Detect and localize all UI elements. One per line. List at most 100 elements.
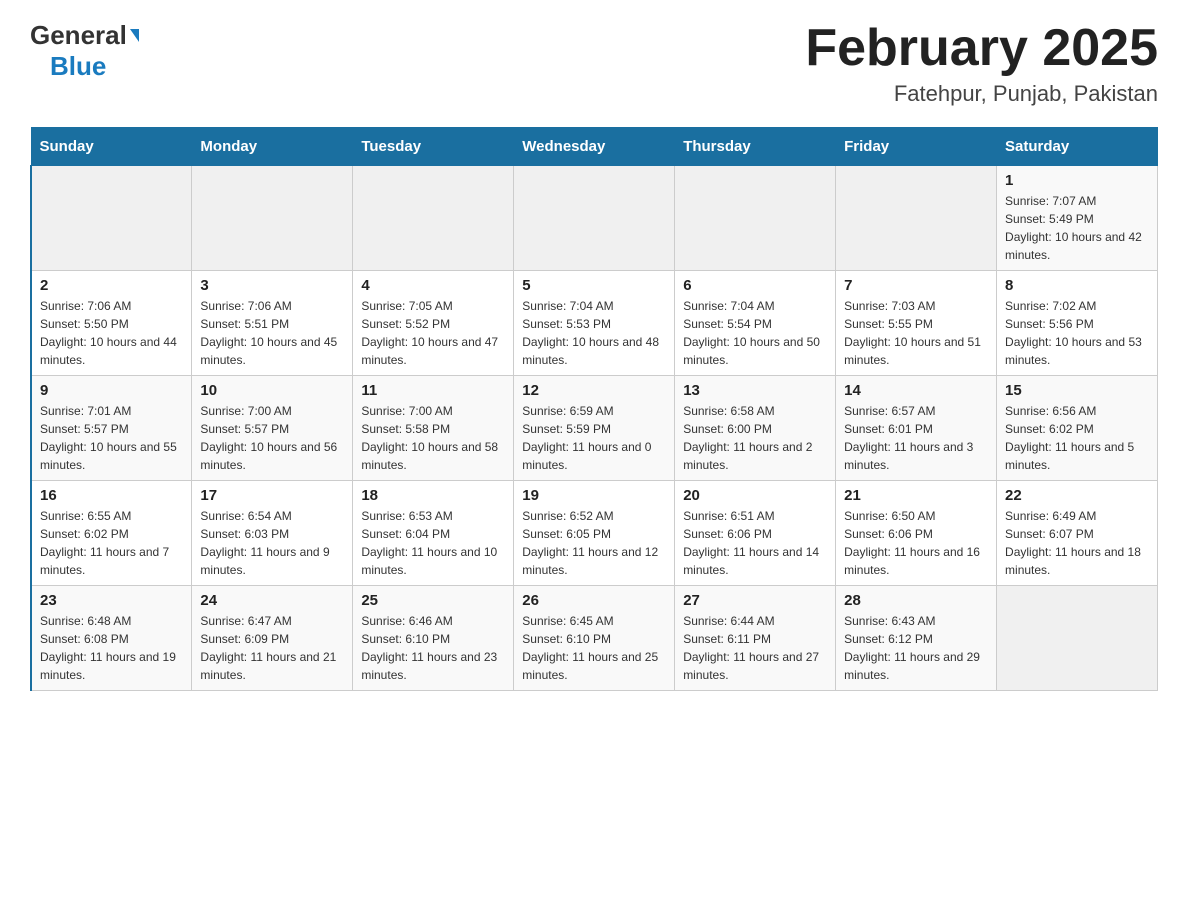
calendar-header: SundayMondayTuesdayWednesdayThursdayFrid… bbox=[31, 128, 1158, 166]
day-info: Sunrise: 6:58 AMSunset: 6:00 PMDaylight:… bbox=[683, 402, 827, 474]
table-cell: 24 Sunrise: 6:47 AMSunset: 6:09 PMDayligh… bbox=[192, 586, 353, 691]
day-info: Sunrise: 6:45 AMSunset: 6:10 PMDaylight:… bbox=[522, 612, 666, 684]
table-cell: 12 Sunrise: 6:59 AMSunset: 5:59 PMDayligh… bbox=[514, 376, 675, 481]
day-number: 7 bbox=[844, 277, 988, 294]
table-cell: 9 Sunrise: 7:01 AMSunset: 5:57 PMDaylight… bbox=[31, 376, 192, 481]
table-cell: 20 Sunrise: 6:51 AMSunset: 6:06 PMDayligh… bbox=[675, 481, 836, 586]
day-header-tuesday: Tuesday bbox=[353, 128, 514, 166]
day-number: 11 bbox=[361, 382, 505, 399]
day-info: Sunrise: 6:48 AMSunset: 6:08 PMDaylight:… bbox=[40, 612, 183, 684]
calendar-subtitle: Fatehpur, Punjab, Pakistan bbox=[805, 81, 1158, 107]
title-area: February 2025 Fatehpur, Punjab, Pakistan bbox=[805, 20, 1158, 107]
table-cell: 2Sunrise: 7:06 AMSunset: 5:50 PMDaylight… bbox=[31, 271, 192, 376]
day-header-wednesday: Wednesday bbox=[514, 128, 675, 166]
page-header: General Blue February 2025 Fatehpur, Pun… bbox=[30, 20, 1158, 107]
day-info: Sunrise: 6:52 AMSunset: 6:05 PMDaylight:… bbox=[522, 507, 666, 579]
day-info: Sunrise: 7:00 AMSunset: 5:57 PMDaylight:… bbox=[200, 402, 344, 474]
table-cell bbox=[353, 166, 514, 271]
days-of-week-row: SundayMondayTuesdayWednesdayThursdayFrid… bbox=[31, 128, 1158, 166]
table-cell: 18 Sunrise: 6:53 AMSunset: 6:04 PMDayligh… bbox=[353, 481, 514, 586]
table-cell: 10Sunrise: 7:00 AMSunset: 5:57 PMDayligh… bbox=[192, 376, 353, 481]
day-number: 4 bbox=[361, 277, 505, 294]
table-cell: 21 Sunrise: 6:50 AMSunset: 6:06 PMDayligh… bbox=[836, 481, 997, 586]
day-number: 9 bbox=[40, 382, 183, 399]
day-number: 12 bbox=[522, 382, 666, 399]
day-info: Sunrise: 6:50 AMSunset: 6:06 PMDaylight:… bbox=[844, 507, 988, 579]
day-info: Sunrise: 7:07 AMSunset: 5:49 PMDaylight:… bbox=[1005, 192, 1149, 264]
table-cell: 22 Sunrise: 6:49 AMSunset: 6:07 PMDayligh… bbox=[997, 481, 1158, 586]
table-cell bbox=[997, 586, 1158, 691]
day-number: 26 bbox=[522, 592, 666, 609]
day-number: 23 bbox=[40, 592, 183, 609]
day-info: Sunrise: 6:51 AMSunset: 6:06 PMDaylight:… bbox=[683, 507, 827, 579]
day-info: Sunrise: 7:06 AMSunset: 5:50 PMDaylight:… bbox=[40, 297, 183, 369]
day-info: Sunrise: 6:47 AMSunset: 6:09 PMDaylight:… bbox=[200, 612, 344, 684]
table-cell: 11 Sunrise: 7:00 AMSunset: 5:58 PMDayligh… bbox=[353, 376, 514, 481]
table-cell: 13 Sunrise: 6:58 AMSunset: 6:00 PMDayligh… bbox=[675, 376, 836, 481]
table-cell bbox=[192, 166, 353, 271]
day-info: Sunrise: 6:44 AMSunset: 6:11 PMDaylight:… bbox=[683, 612, 827, 684]
day-header-monday: Monday bbox=[192, 128, 353, 166]
day-number: 16 bbox=[40, 487, 183, 504]
day-number: 5 bbox=[522, 277, 666, 294]
week-row-1: 1Sunrise: 7:07 AMSunset: 5:49 PMDaylight… bbox=[31, 166, 1158, 271]
day-info: Sunrise: 6:46 AMSunset: 6:10 PMDaylight:… bbox=[361, 612, 505, 684]
day-number: 21 bbox=[844, 487, 988, 504]
day-number: 3 bbox=[200, 277, 344, 294]
logo-blue-text: Blue bbox=[50, 51, 106, 82]
calendar-title: February 2025 bbox=[805, 20, 1158, 77]
day-header-thursday: Thursday bbox=[675, 128, 836, 166]
day-info: Sunrise: 6:55 AMSunset: 6:02 PMDaylight:… bbox=[40, 507, 183, 579]
logo-general-text: General bbox=[30, 20, 127, 51]
week-row-3: 9 Sunrise: 7:01 AMSunset: 5:57 PMDaylight… bbox=[31, 376, 1158, 481]
table-cell: 27Sunrise: 6:44 AMSunset: 6:11 PMDayligh… bbox=[675, 586, 836, 691]
day-info: Sunrise: 7:02 AMSunset: 5:56 PMDaylight:… bbox=[1005, 297, 1149, 369]
day-number: 18 bbox=[361, 487, 505, 504]
table-cell bbox=[675, 166, 836, 271]
table-cell: 7 Sunrise: 7:03 AMSunset: 5:55 PMDaylight… bbox=[836, 271, 997, 376]
week-row-4: 16 Sunrise: 6:55 AMSunset: 6:02 PMDayligh… bbox=[31, 481, 1158, 586]
table-cell: 5 Sunrise: 7:04 AMSunset: 5:53 PMDaylight… bbox=[514, 271, 675, 376]
table-cell: 4 Sunrise: 7:05 AMSunset: 5:52 PMDaylight… bbox=[353, 271, 514, 376]
logo: General Blue bbox=[30, 20, 139, 82]
calendar-table: SundayMondayTuesdayWednesdayThursdayFrid… bbox=[30, 127, 1158, 691]
table-cell: 1Sunrise: 7:07 AMSunset: 5:49 PMDaylight… bbox=[997, 166, 1158, 271]
table-cell: 26 Sunrise: 6:45 AMSunset: 6:10 PMDayligh… bbox=[514, 586, 675, 691]
day-number: 24 bbox=[200, 592, 344, 609]
day-info: Sunrise: 6:56 AMSunset: 6:02 PMDaylight:… bbox=[1005, 402, 1149, 474]
table-cell bbox=[836, 166, 997, 271]
table-cell: 25 Sunrise: 6:46 AMSunset: 6:10 PMDayligh… bbox=[353, 586, 514, 691]
day-info: Sunrise: 7:00 AMSunset: 5:58 PMDaylight:… bbox=[361, 402, 505, 474]
day-info: Sunrise: 6:59 AMSunset: 5:59 PMDaylight:… bbox=[522, 402, 666, 474]
day-number: 13 bbox=[683, 382, 827, 399]
day-info: Sunrise: 6:54 AMSunset: 6:03 PMDaylight:… bbox=[200, 507, 344, 579]
day-number: 14 bbox=[844, 382, 988, 399]
table-cell: 28Sunrise: 6:43 AMSunset: 6:12 PMDayligh… bbox=[836, 586, 997, 691]
day-info: Sunrise: 6:49 AMSunset: 6:07 PMDaylight:… bbox=[1005, 507, 1149, 579]
day-info: Sunrise: 7:05 AMSunset: 5:52 PMDaylight:… bbox=[361, 297, 505, 369]
day-number: 17 bbox=[200, 487, 344, 504]
day-number: 19 bbox=[522, 487, 666, 504]
day-number: 20 bbox=[683, 487, 827, 504]
table-cell bbox=[31, 166, 192, 271]
table-cell: 16 Sunrise: 6:55 AMSunset: 6:02 PMDayligh… bbox=[31, 481, 192, 586]
table-cell: 6Sunrise: 7:04 AMSunset: 5:54 PMDaylight… bbox=[675, 271, 836, 376]
day-header-saturday: Saturday bbox=[997, 128, 1158, 166]
day-info: Sunrise: 6:43 AMSunset: 6:12 PMDaylight:… bbox=[844, 612, 988, 684]
week-row-5: 23 Sunrise: 6:48 AMSunset: 6:08 PMDayligh… bbox=[31, 586, 1158, 691]
table-cell: 17 Sunrise: 6:54 AMSunset: 6:03 PMDayligh… bbox=[192, 481, 353, 586]
table-cell: 23 Sunrise: 6:48 AMSunset: 6:08 PMDayligh… bbox=[31, 586, 192, 691]
day-number: 22 bbox=[1005, 487, 1149, 504]
day-info: Sunrise: 7:04 AMSunset: 5:53 PMDaylight:… bbox=[522, 297, 666, 369]
table-cell: 15 Sunrise: 6:56 AMSunset: 6:02 PMDayligh… bbox=[997, 376, 1158, 481]
day-info: Sunrise: 6:53 AMSunset: 6:04 PMDaylight:… bbox=[361, 507, 505, 579]
day-number: 6 bbox=[683, 277, 827, 294]
table-cell: 8Sunrise: 7:02 AMSunset: 5:56 PMDaylight… bbox=[997, 271, 1158, 376]
table-cell: 19 Sunrise: 6:52 AMSunset: 6:05 PMDayligh… bbox=[514, 481, 675, 586]
table-cell: 3Sunrise: 7:06 AMSunset: 5:51 PMDaylight… bbox=[192, 271, 353, 376]
week-row-2: 2Sunrise: 7:06 AMSunset: 5:50 PMDaylight… bbox=[31, 271, 1158, 376]
day-number: 25 bbox=[361, 592, 505, 609]
day-info: Sunrise: 7:03 AMSunset: 5:55 PMDaylight:… bbox=[844, 297, 988, 369]
day-info: Sunrise: 7:01 AMSunset: 5:57 PMDaylight:… bbox=[40, 402, 183, 474]
day-number: 15 bbox=[1005, 382, 1149, 399]
